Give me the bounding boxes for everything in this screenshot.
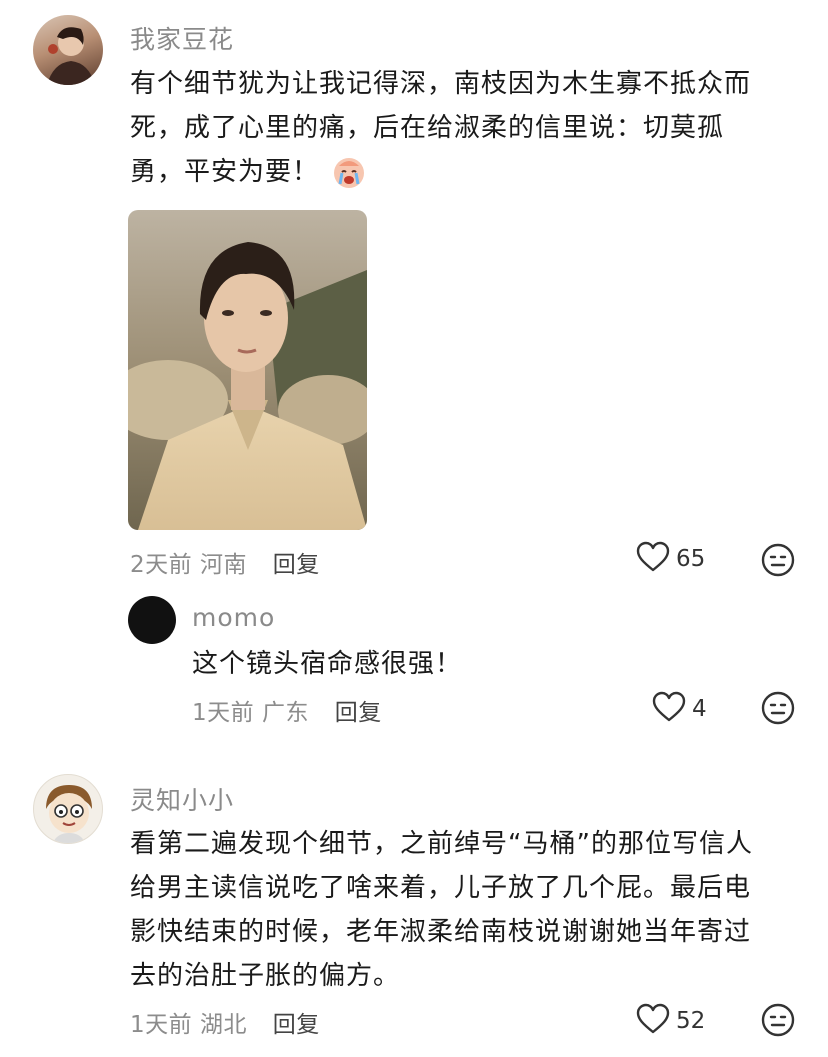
comment-location: 广东	[261, 700, 309, 726]
comment-username[interactable]: 我家豆花	[130, 20, 234, 56]
like-count: 52	[676, 1008, 706, 1034]
comment-username[interactable]: momo	[192, 603, 275, 632]
like-button[interactable]: 52	[636, 1003, 705, 1039]
reply-button[interactable]: 回复	[273, 552, 320, 578]
comment-line: 有个细节犹为让我记得深，南枝因为木生寡不抵众而	[130, 69, 752, 99]
avatar[interactable]	[33, 774, 103, 844]
comment-time: 1天前	[130, 1012, 193, 1038]
comment-item: 我家豆花 有个细节犹为让我记得深，南枝因为木生寡不抵众而 死，成了心里的痛，后在…	[0, 0, 828, 590]
comment-line: 给男主读信说吃了啥来着，儿子放了几个屁。最后电	[130, 873, 752, 903]
avatar[interactable]	[128, 596, 176, 644]
comment-username[interactable]: 灵知小小	[130, 781, 234, 817]
heart-outline-icon	[636, 1003, 670, 1039]
comment-meta: 1天前 湖北 回复	[130, 1005, 320, 1039]
dislike-face-icon[interactable]	[761, 691, 795, 725]
like-button[interactable]: 4	[652, 691, 707, 727]
comment-line-text: 勇，平安为要！	[130, 157, 320, 187]
comment-line: 影快结束的时候，老年淑柔给南枝说谢谢她当年寄过	[130, 917, 752, 947]
comment-line: 这个镜头宿命感很强！	[192, 649, 463, 679]
heart-outline-icon	[652, 691, 686, 727]
reply-button[interactable]: 回复	[273, 1012, 320, 1038]
comment-location: 河南	[199, 552, 247, 578]
heart-outline-icon	[636, 541, 670, 577]
like-count: 65	[676, 546, 706, 572]
comment-line: 去的治肚子胀的偏方。	[130, 961, 401, 991]
comment-line: 看第二遍发现个细节，之前绰号“马桶”的那位写信人	[130, 829, 753, 859]
avatar[interactable]	[33, 15, 103, 85]
crying-face-emoji	[331, 154, 367, 190]
comment-line: 勇，平安为要！	[130, 150, 367, 194]
comment-meta: 2天前 河南 回复	[130, 545, 320, 579]
comment-line: 死，成了心里的痛，后在给淑柔的信里说：切莫孤	[130, 113, 725, 143]
like-button[interactable]: 65	[636, 541, 705, 577]
comment-location: 湖北	[199, 1012, 247, 1038]
comment-meta: 1天前 广东 回复	[192, 693, 382, 727]
comment-time: 1天前	[192, 700, 255, 726]
dislike-face-icon[interactable]	[761, 1003, 795, 1037]
reply-button[interactable]: 回复	[335, 700, 382, 726]
comment-photo[interactable]	[128, 210, 367, 530]
like-count: 4	[692, 696, 707, 722]
dislike-face-icon[interactable]	[761, 543, 795, 577]
comment-time: 2天前	[130, 552, 193, 578]
reply-item: momo 这个镜头宿命感很强！ 1天前 广东 回复 4	[0, 590, 828, 750]
comment-item: 灵知小小 看第二遍发现个细节，之前绰号“马桶”的那位写信人 给男主读信说吃了啥来…	[0, 750, 828, 1057]
